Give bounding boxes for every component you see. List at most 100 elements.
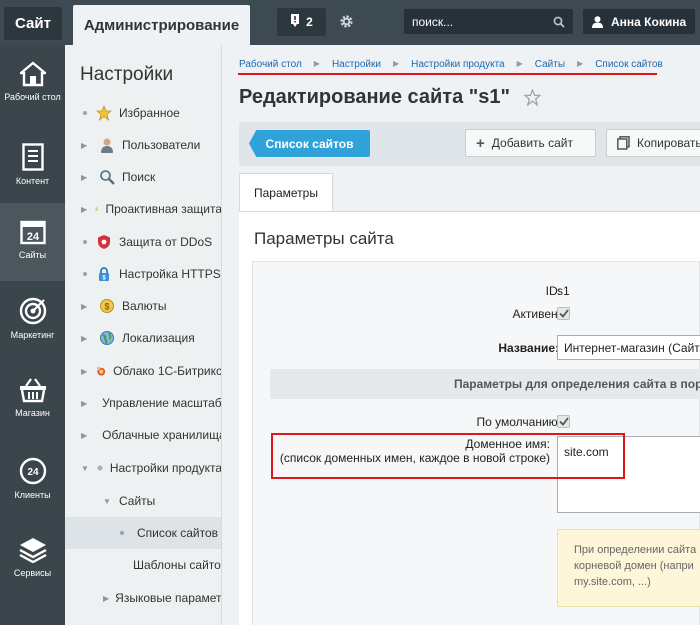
menu-item-bitrix-cloud[interactable]: ▶ Облако 1С-Битрикс xyxy=(65,355,221,387)
home-icon xyxy=(19,61,46,87)
document-icon xyxy=(21,143,44,171)
settings-menu: Настройки Избранное ▶ Пользователи ▶ Пои… xyxy=(65,45,222,625)
layers-icon xyxy=(18,538,47,563)
rail-item-clients[interactable]: 24 Клиенты xyxy=(0,441,65,519)
menu-item-currencies[interactable]: ▶ $ Валюты xyxy=(65,290,221,322)
tab-bar: Параметры xyxy=(239,173,700,211)
expand-arrow-icon: ▶ xyxy=(81,398,88,408)
expand-arrow-icon: ▶ xyxy=(81,430,88,440)
search-placeholder: поиск... xyxy=(412,14,454,29)
breadcrumb-sites[interactable]: Сайты xyxy=(535,59,565,70)
magnifier-icon xyxy=(100,170,115,185)
collapse-arrow-icon: ▼ xyxy=(103,496,111,506)
notifications-count: 2 xyxy=(306,15,313,29)
expand-arrow-icon: ▶ xyxy=(81,172,88,182)
svg-text:24: 24 xyxy=(26,231,39,243)
expand-arrow-icon: ▶ xyxy=(81,366,88,376)
https-lock-icon: $ xyxy=(99,267,109,282)
coin-icon: $ xyxy=(100,299,114,313)
toolbar: Список сайтов + Добавить сайт Копировать xyxy=(239,122,700,166)
rail-item-sites[interactable]: 24 Сайты xyxy=(0,203,65,281)
cloud-fire-icon xyxy=(96,366,105,376)
tab-administration[interactable]: Администрирование xyxy=(73,5,250,45)
settings-button[interactable] xyxy=(336,11,356,31)
main-content: Рабочий стол ▶ Настройки ▶ Настройки про… xyxy=(222,45,700,625)
menu-item-users[interactable]: ▶ Пользователи xyxy=(65,129,221,161)
menu-item-site-templates[interactable]: Шаблоны сайтов xyxy=(65,549,221,581)
rail-item-marketing[interactable]: Маркетинг xyxy=(0,281,65,359)
rail-item-content[interactable]: Контент xyxy=(0,127,65,205)
breadcrumb-separator-icon: ▶ xyxy=(577,59,584,68)
top-bar: Сайт Администрирование 2 поиск... Анна К… xyxy=(0,0,700,45)
id-value: s1 xyxy=(557,284,570,298)
copy-button[interactable]: Копировать xyxy=(606,129,700,157)
user-name: Анна Кокина xyxy=(611,14,687,29)
menu-item-localization[interactable]: ▶ Локализация xyxy=(65,322,221,354)
breadcrumb-separator-icon: ▶ xyxy=(516,59,523,68)
page-title: Редактирование сайта "s1" xyxy=(239,86,510,108)
menu-item-favorites[interactable]: Избранное xyxy=(65,97,221,129)
tab-site[interactable]: Сайт xyxy=(4,7,62,40)
breadcrumb-highlight xyxy=(238,73,657,75)
gear-icon xyxy=(97,465,103,471)
shield-icon xyxy=(98,235,110,249)
panel-title: Параметры сайта xyxy=(254,229,394,248)
favorite-star-icon[interactable] xyxy=(524,89,541,106)
menu-item-search[interactable]: ▶ Поиск xyxy=(65,161,221,193)
star-icon xyxy=(96,105,112,121)
svg-text:$: $ xyxy=(104,302,109,312)
menu-item-https[interactable]: $ Настройка HTTPS xyxy=(65,258,221,290)
hint-box: При определении сайта корневой домен (на… xyxy=(557,529,700,607)
menu-item-cloud-storage[interactable]: ▶ Облачные хранилища xyxy=(65,419,221,451)
add-site-button[interactable]: + Добавить сайт xyxy=(465,129,596,157)
breadcrumb-desktop[interactable]: Рабочий стол xyxy=(239,59,302,70)
rail-item-services[interactable]: Сервисы xyxy=(0,521,65,599)
section-header: Параметры для определения сайта в портал… xyxy=(270,369,700,399)
menu-item-sites[interactable]: ▼ Сайты xyxy=(65,485,221,517)
calendar-24-icon: 24 xyxy=(19,220,46,245)
active-checkbox[interactable] xyxy=(557,307,570,320)
collapse-arrow-icon: ▼ xyxy=(81,463,89,473)
menu-item-site-list[interactable]: Список сайтов xyxy=(65,517,221,549)
name-label: Название: xyxy=(498,341,559,355)
menu-item-scaling[interactable]: ▶ Управление масштабированием xyxy=(65,387,221,419)
expand-arrow-icon: ▶ xyxy=(81,333,88,343)
active-label: Активен: xyxy=(512,307,561,321)
rail-item-desktop[interactable]: Рабочий стол xyxy=(0,45,65,123)
rail-item-shop[interactable]: Магазин xyxy=(0,361,65,439)
checkmark-icon xyxy=(558,417,569,426)
breadcrumb: Рабочий стол ▶ Настройки ▶ Настройки про… xyxy=(239,59,663,70)
main-nav-rail: Рабочий стол Контент 24 Сайты Маркетинг … xyxy=(0,45,65,625)
tab-parameters[interactable]: Параметры xyxy=(239,173,333,211)
default-checkbox[interactable] xyxy=(557,415,570,428)
breadcrumb-product-settings[interactable]: Настройки продукта xyxy=(411,59,504,70)
name-input[interactable]: Интернет-магазин (Сайт по умолчанию) xyxy=(557,335,700,360)
domain-highlight-frame xyxy=(271,433,625,479)
expand-arrow-icon: ▶ xyxy=(81,140,88,150)
search-input[interactable]: поиск... xyxy=(404,9,573,34)
breadcrumb-site-list[interactable]: Список сайтов xyxy=(595,59,663,70)
lock-icon xyxy=(95,207,98,211)
notifications-button[interactable]: 2 xyxy=(277,8,326,36)
user-icon xyxy=(101,138,113,153)
default-label: По умолчанию: xyxy=(476,415,562,429)
menu-item-product-settings[interactable]: ▼ Настройки продукта xyxy=(65,452,221,484)
basket-icon xyxy=(19,378,46,403)
plus-icon: + xyxy=(476,134,485,152)
expand-arrow-icon: ▶ xyxy=(81,204,88,214)
checkmark-icon xyxy=(558,309,569,318)
notification-icon xyxy=(290,14,300,30)
globe-icon xyxy=(100,331,114,345)
clock-24-icon: 24 xyxy=(19,457,46,485)
menu-item-proactive-protection[interactable]: ▶ Проактивная защита xyxy=(65,193,221,225)
user-icon xyxy=(592,15,603,28)
breadcrumb-settings[interactable]: Настройки xyxy=(332,59,381,70)
breadcrumb-separator-icon: ▶ xyxy=(392,59,400,68)
menu-item-ddos-protection[interactable]: Защита от DDoS xyxy=(65,226,221,258)
menu-title: Настройки xyxy=(80,64,174,85)
back-to-site-list-button[interactable]: Список сайтов xyxy=(249,130,370,157)
user-menu[interactable]: Анна Кокина xyxy=(583,9,695,34)
expand-arrow-icon: ▶ xyxy=(103,593,110,603)
menu-item-language-params[interactable]: ▶ Языковые параметры xyxy=(65,582,221,614)
expand-arrow-icon: ▶ xyxy=(81,301,88,311)
